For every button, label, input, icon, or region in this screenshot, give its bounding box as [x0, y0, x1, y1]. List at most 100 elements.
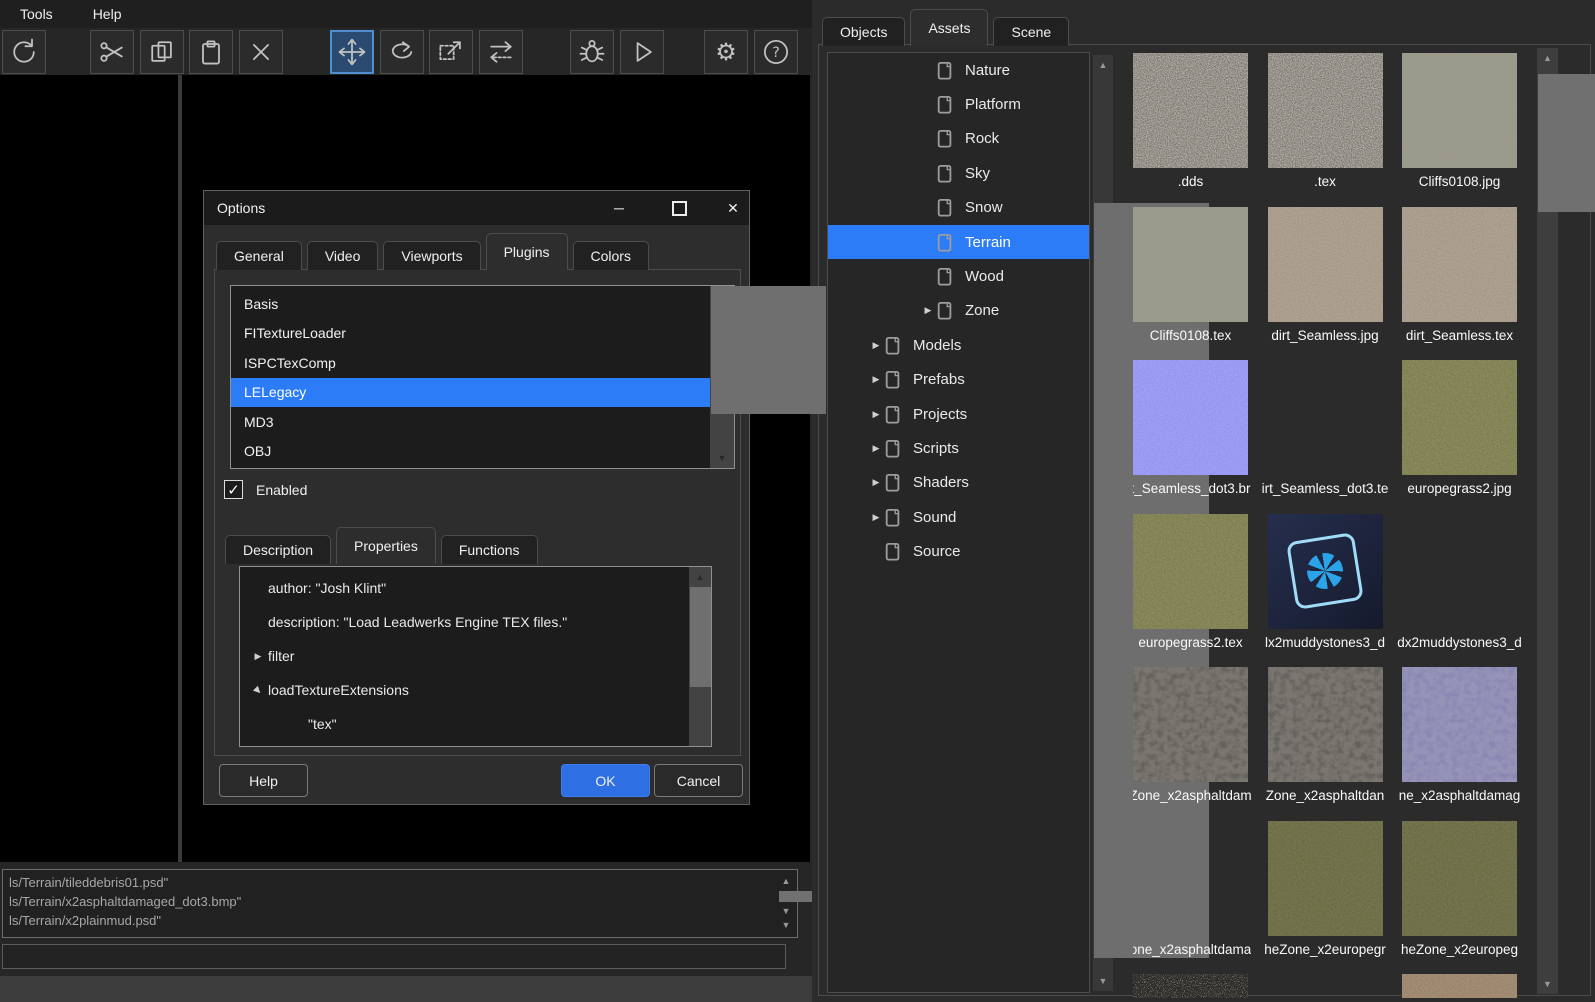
asset-tree[interactable]: Nature Platform Rock Sky Snow Terrain Wood Zone…	[827, 52, 1090, 993]
asset-cell[interactable]: dx2muddystones3_d	[1397, 514, 1522, 668]
tree-item-shaders[interactable]: Shaders	[828, 466, 1089, 500]
tab-functions[interactable]: Functions	[440, 535, 538, 564]
tab-description[interactable]: Description	[225, 535, 332, 564]
scale-button[interactable]	[429, 30, 473, 74]
scroll-up-icon[interactable]	[1093, 57, 1113, 73]
scroll-down-icon[interactable]	[778, 917, 794, 933]
asset-cell[interactable]: one_x2asphaltdama	[1133, 821, 1251, 975]
asset-cell[interactable]: dirt_Seamless.tex	[1402, 206, 1517, 361]
tab-general[interactable]: General	[216, 241, 302, 270]
asset-cell[interactable]	[1402, 974, 1517, 998]
plugin-item[interactable]: FITextureLoader	[231, 319, 710, 349]
menu-tools[interactable]: Tools	[0, 0, 73, 28]
tree-item-platform[interactable]: Platform	[828, 87, 1089, 121]
tab-plugins[interactable]: Plugins	[485, 233, 568, 270]
asset-cell[interactable]	[1133, 974, 1248, 998]
property-row[interactable]: author: "Josh Klint"	[240, 571, 689, 605]
copy-button[interactable]	[139, 30, 184, 74]
console-scrollbar[interactable]	[778, 873, 894, 933]
tree-item-snow[interactable]: Snow	[828, 191, 1089, 225]
asset-cell[interactable]: ne_x2asphaltdamag	[1399, 667, 1520, 821]
tree-item-scripts[interactable]: Scripts	[828, 431, 1089, 465]
asset-cell[interactable]: Zone_x2asphaltdam	[1133, 667, 1252, 821]
cancel-button[interactable]: Cancel	[654, 764, 743, 797]
collapse-arrow-icon[interactable]	[247, 679, 269, 701]
scroll-up-icon[interactable]	[689, 569, 711, 585]
paste-button[interactable]	[189, 30, 233, 74]
asset-cell[interactable]: t_Seamless_dot3.br	[1133, 360, 1251, 514]
plugin-list[interactable]: Basis FITextureLoader ISPCTexComp LELegacy M…	[230, 285, 826, 469]
expand-arrow-icon[interactable]	[248, 651, 268, 662]
properties-scroll-thumb[interactable]	[690, 587, 711, 687]
minimize-button[interactable]: ─	[602, 191, 636, 225]
asset-cell[interactable]: irt_Seamless_dot3.te	[1262, 360, 1389, 514]
tab-properties[interactable]: Properties	[336, 527, 436, 564]
asset-cell[interactable]: europegrass2.tex	[1133, 513, 1248, 668]
close-button[interactable]: ✕	[716, 191, 750, 225]
tree-item-prefabs[interactable]: Prefabs	[828, 363, 1089, 397]
tree-item-nature[interactable]: Nature	[828, 53, 1089, 87]
run-button[interactable]	[619, 30, 664, 74]
tree-item-source[interactable]: Source	[828, 534, 1089, 568]
tab-video[interactable]: Video	[306, 241, 379, 270]
tree-item-models[interactable]: Models	[828, 328, 1089, 362]
tree-item-sky[interactable]: Sky	[828, 156, 1089, 190]
tree-item-sound[interactable]: Sound	[828, 500, 1089, 534]
asset-cell[interactable]: lx2muddystones3_d	[1265, 513, 1385, 668]
property-row[interactable]: "tex"	[240, 707, 689, 741]
asset-cell[interactable]: europegrass2.jpg	[1402, 360, 1517, 514]
asset-cell[interactable]: Cliffs0108.jpg	[1402, 53, 1517, 207]
grid-scroll-thumb[interactable]	[1538, 74, 1595, 212]
tree-item-terrain[interactable]: Terrain	[828, 224, 1089, 260]
plugin-item[interactable]: LELegacy	[231, 377, 710, 407]
tree-item-zone[interactable]: Zone	[828, 294, 1089, 328]
expand-arrow-icon[interactable]	[920, 305, 936, 316]
scroll-up-icon[interactable]	[778, 873, 794, 889]
move-button[interactable]	[330, 30, 374, 74]
asset-cell[interactable]: .dds	[1133, 53, 1248, 207]
properties-tree[interactable]: author: "Josh Klint" description: "Load L…	[239, 566, 712, 747]
asset-cell[interactable]	[1268, 974, 1383, 998]
tab-objects[interactable]: Objects	[822, 17, 906, 46]
help-button[interactable]: ?	[753, 30, 798, 74]
cut-button[interactable]	[90, 30, 134, 74]
tree-item-projects[interactable]: Projects	[828, 397, 1089, 431]
scroll-down-icon[interactable]	[1537, 976, 1558, 992]
ok-button[interactable]: OK	[561, 764, 650, 797]
expand-arrow-icon[interactable]	[868, 443, 884, 454]
tab-assets[interactable]: Assets	[910, 9, 989, 46]
viewport-splitter[interactable]	[178, 75, 182, 862]
property-row[interactable]: filter	[240, 639, 689, 673]
grid-scrollbar[interactable]	[1537, 48, 1595, 994]
plugin-item[interactable]: Basis	[231, 289, 710, 319]
tab-colors[interactable]: Colors	[572, 241, 649, 270]
refresh-button[interactable]	[2, 30, 46, 74]
asset-cell[interactable]: dirt_Seamless.jpg	[1267, 206, 1383, 361]
expand-arrow-icon[interactable]	[868, 512, 884, 523]
property-row[interactable]: description: "Load Leadwerks Engine TEX …	[240, 605, 689, 639]
tree-item-wood[interactable]: Wood	[828, 259, 1089, 293]
help-button[interactable]: Help	[219, 764, 308, 797]
plugin-item[interactable]: MD3	[231, 407, 710, 437]
asset-cell[interactable]: Zone_x2asphaltdan	[1266, 667, 1384, 821]
rotate-button[interactable]	[379, 30, 424, 74]
plugin-item[interactable]: OBJ	[231, 437, 710, 467]
dialog-title-bar[interactable]: Options ─ ✕	[204, 191, 749, 225]
tree-scrollbar[interactable]	[1093, 55, 1209, 991]
asset-cell[interactable]: Cliffs0108.tex	[1133, 206, 1248, 361]
asset-grid[interactable]: .dds .tex Cliffs0108.jpg Cliffs0108.tex dirt…	[1133, 53, 1537, 998]
tab-viewports[interactable]: Viewports	[383, 241, 481, 270]
tree-item-rock[interactable]: Rock	[828, 122, 1089, 156]
property-row[interactable]: loadTextureExtensions	[240, 673, 689, 707]
asset-cell[interactable]: heZone_x2europegr	[1264, 820, 1386, 975]
delete-button[interactable]	[238, 30, 283, 74]
plugin-scroll-thumb[interactable]	[711, 286, 826, 414]
console-log[interactable]: ls/Terrain/tileddebris01.psd" ls/Terrain/…	[2, 869, 894, 938]
tab-scene[interactable]: Scene	[993, 17, 1070, 46]
plugin-list-scrollbar[interactable]	[710, 286, 826, 468]
expand-arrow-icon[interactable]	[868, 340, 884, 351]
maximize-button[interactable]	[662, 191, 696, 225]
expand-arrow-icon[interactable]	[868, 409, 884, 420]
asset-cell[interactable]: .tex	[1267, 53, 1383, 207]
scroll-down-icon[interactable]	[710, 450, 734, 466]
